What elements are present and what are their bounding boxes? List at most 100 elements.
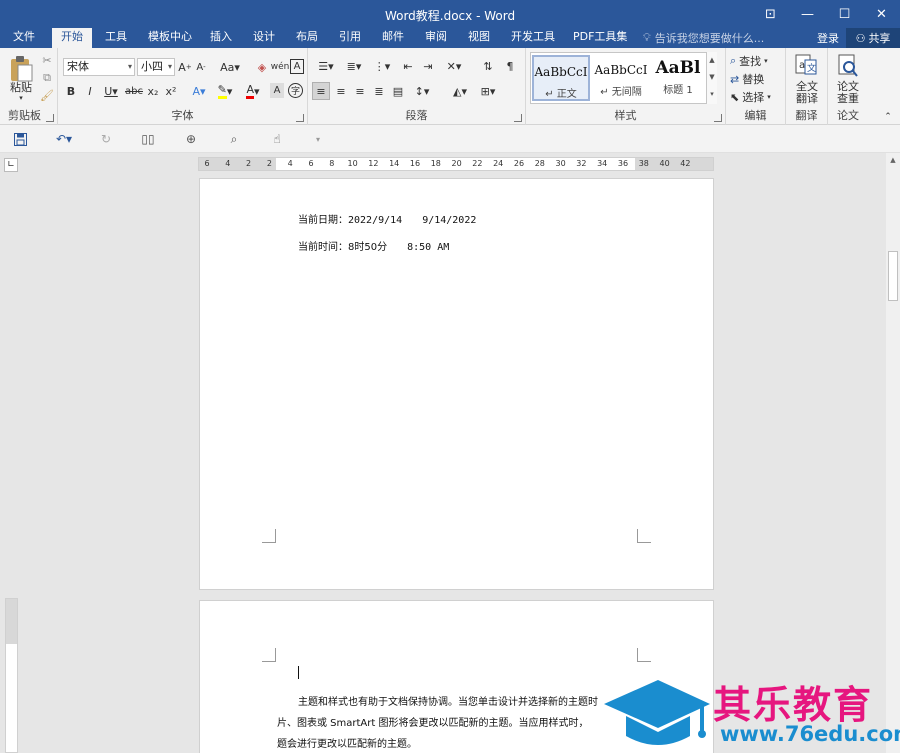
style-heading-1[interactable]: AaBl 标题 1 xyxy=(651,55,705,101)
expand-gallery-icon[interactable]: ▾ xyxy=(707,86,717,102)
tab-review[interactable]: 审阅 xyxy=(416,28,456,48)
styles-launcher-icon[interactable] xyxy=(714,114,722,122)
maximize-button[interactable]: ☐ xyxy=(826,0,863,28)
line-spacing-icon[interactable]: ↕▾ xyxy=(410,83,434,99)
highlight-icon[interactable]: ✎ ▾ xyxy=(214,83,236,99)
tab-home[interactable]: 开始 xyxy=(52,28,92,48)
strikethrough-icon[interactable]: abc xyxy=(125,83,143,99)
reading-mode-icon[interactable]: ▯▯ xyxy=(140,131,156,147)
grow-font-icon[interactable]: A + xyxy=(178,59,192,75)
chinese-layout-icon[interactable]: ✕▾ xyxy=(442,58,466,74)
align-right-icon[interactable]: ≡ xyxy=(352,83,368,99)
paste-button[interactable]: 粘贴 xyxy=(4,80,38,94)
shading-icon[interactable]: ◭▾ xyxy=(448,83,472,99)
font-launcher-icon[interactable] xyxy=(296,114,304,122)
touch-mode-icon[interactable]: ☝ xyxy=(269,131,285,147)
font-name-select[interactable]: 宋体 ▾ xyxy=(63,58,135,76)
sort-icon[interactable]: ⇅ xyxy=(480,58,496,74)
tab-file[interactable]: 文件 xyxy=(4,28,44,48)
ruler-number: 4 xyxy=(287,159,293,168)
subscript-icon[interactable]: x₂ xyxy=(146,83,160,99)
login-link[interactable]: 登录 xyxy=(817,30,839,46)
ruler-number: 8 xyxy=(329,159,335,168)
italic-icon[interactable]: I xyxy=(83,83,97,99)
cut-icon[interactable]: ✂ xyxy=(40,53,54,67)
numbering-icon[interactable]: ≣▾ xyxy=(342,58,366,74)
tab-design[interactable]: 设计 xyxy=(244,28,284,48)
underline-icon[interactable]: U▾ xyxy=(101,83,121,99)
find-button[interactable]: ⌕ 查找 ▾ xyxy=(730,53,784,69)
paragraph-launcher-icon[interactable] xyxy=(514,114,522,122)
copy-icon[interactable]: ⧉ xyxy=(40,71,54,85)
minimize-button[interactable]: — xyxy=(789,0,826,28)
justify-icon[interactable]: ≣ xyxy=(371,83,387,99)
font-color-icon[interactable]: A ▾ xyxy=(242,83,264,99)
paragraph-line-1: 主题和样式也有助于文档保持协调。当您单击设计并选择新的主题时 xyxy=(298,697,598,708)
show-paragraph-marks-icon[interactable]: ¶ xyxy=(502,58,518,74)
enclose-characters-icon[interactable]: 字 xyxy=(288,83,303,98)
vertical-scrollbar[interactable]: ▲ xyxy=(886,153,900,753)
select-button[interactable]: ⬉ 选择 ▾ xyxy=(730,89,784,105)
decrease-indent-icon[interactable]: ⇤ xyxy=(400,58,416,74)
paste-dropdown-icon[interactable]: ▾ xyxy=(16,94,26,102)
tab-template-center[interactable]: 模板中心 xyxy=(139,28,201,48)
redo-icon[interactable]: ↻ xyxy=(98,131,114,147)
tab-view[interactable]: 视图 xyxy=(459,28,499,48)
horizontal-ruler[interactable]: 6 4 2 2 4 6 8 10 12 14 16 18 20 22 24 26 28 30 32 34 36 38 40 4… xyxy=(198,157,714,171)
replace-button[interactable]: ⇄ 替换 xyxy=(730,71,784,87)
customize-qat-icon[interactable]: ▾ xyxy=(310,131,326,147)
web-layout-icon[interactable]: ⊕ xyxy=(183,131,199,147)
multilevel-list-icon[interactable]: ⋮▾ xyxy=(370,58,394,74)
share-label: 共享 xyxy=(868,32,891,45)
clipboard-launcher-icon[interactable] xyxy=(46,114,54,122)
ribbon-display-options-button[interactable]: ⊡ xyxy=(752,0,789,28)
save-icon[interactable] xyxy=(12,131,28,147)
tell-me-box[interactable]: 💡︎ 告诉我您想要做什么... xyxy=(643,30,764,46)
change-case-icon[interactable]: Aa▾ xyxy=(218,59,242,75)
scroll-up-icon[interactable]: ▲ xyxy=(886,153,900,167)
align-left-icon[interactable]: ≡ xyxy=(312,82,330,100)
styles-scroll[interactable]: ▲ ▼ ▾ xyxy=(706,52,717,104)
print-preview-icon[interactable]: ⌕ xyxy=(226,131,242,147)
scrollbar-thumb[interactable] xyxy=(888,251,898,301)
style-normal[interactable]: AaBbCcI ↵ 正文 xyxy=(532,55,590,101)
borders-icon[interactable]: ⊞▾ xyxy=(476,83,500,99)
bold-icon[interactable]: B xyxy=(64,83,78,99)
tab-developer[interactable]: 开发工具 xyxy=(502,28,564,48)
format-painter-icon[interactable]: 🖌︎ xyxy=(40,88,54,102)
style-name: ↵ 正文 xyxy=(545,89,577,100)
chevron-up-icon[interactable]: ▲ xyxy=(707,52,717,69)
paper-group[interactable]: 论文 查重 论文 xyxy=(828,48,868,125)
search-icon: ⌕ xyxy=(730,54,737,67)
chevron-down-icon[interactable]: ▼ xyxy=(707,69,717,86)
font-size-select[interactable]: 小四 ▾ xyxy=(137,58,175,76)
character-shading-icon[interactable]: A xyxy=(270,83,284,98)
clear-formatting-icon[interactable]: ◈ xyxy=(254,59,270,75)
translate-group[interactable]: a文 全文 翻译 翻译 xyxy=(786,48,828,125)
tab-references[interactable]: 引用 xyxy=(330,28,370,48)
style-name: 标题 1 xyxy=(663,85,693,96)
lightbulb-icon: 💡︎ xyxy=(643,31,651,44)
page-1[interactable]: 当前日期：2022/9/14 9/14/2022 当前时间：8时50分 8:50 A… xyxy=(199,178,714,590)
shrink-font-icon[interactable]: A- xyxy=(194,59,208,75)
tab-layout[interactable]: 布局 xyxy=(287,28,327,48)
style-no-spacing[interactable]: AaBbCcI ↵ 无间隔 xyxy=(592,55,650,101)
character-border-icon[interactable]: A xyxy=(290,59,304,74)
distributed-icon[interactable]: ▤ xyxy=(390,83,406,99)
text-effects-icon[interactable]: A▾ xyxy=(188,83,210,99)
tab-tools[interactable]: 工具 xyxy=(96,28,136,48)
collapse-ribbon-icon[interactable]: ⌃ xyxy=(882,112,894,122)
tab-insert[interactable]: 插入 xyxy=(201,28,241,48)
phonetic-guide-icon[interactable]: wén xyxy=(271,58,290,76)
ruler-number: 34 xyxy=(597,159,608,168)
tab-mailings[interactable]: 邮件 xyxy=(373,28,413,48)
increase-indent-icon[interactable]: ⇥ xyxy=(420,58,436,74)
tab-pdf-tools[interactable]: PDF工具集 xyxy=(564,28,636,48)
undo-icon[interactable]: ↶▾ xyxy=(52,131,76,147)
close-button[interactable]: ✕ xyxy=(863,0,900,28)
align-center-icon[interactable]: ≡ xyxy=(333,83,349,99)
bullets-icon[interactable]: ☰▾ xyxy=(314,58,338,74)
superscript-icon[interactable]: x² xyxy=(164,83,178,99)
share-button[interactable]: ⚇ 共享 xyxy=(846,28,900,48)
tab-stop-selector[interactable]: ∟ xyxy=(4,158,18,172)
